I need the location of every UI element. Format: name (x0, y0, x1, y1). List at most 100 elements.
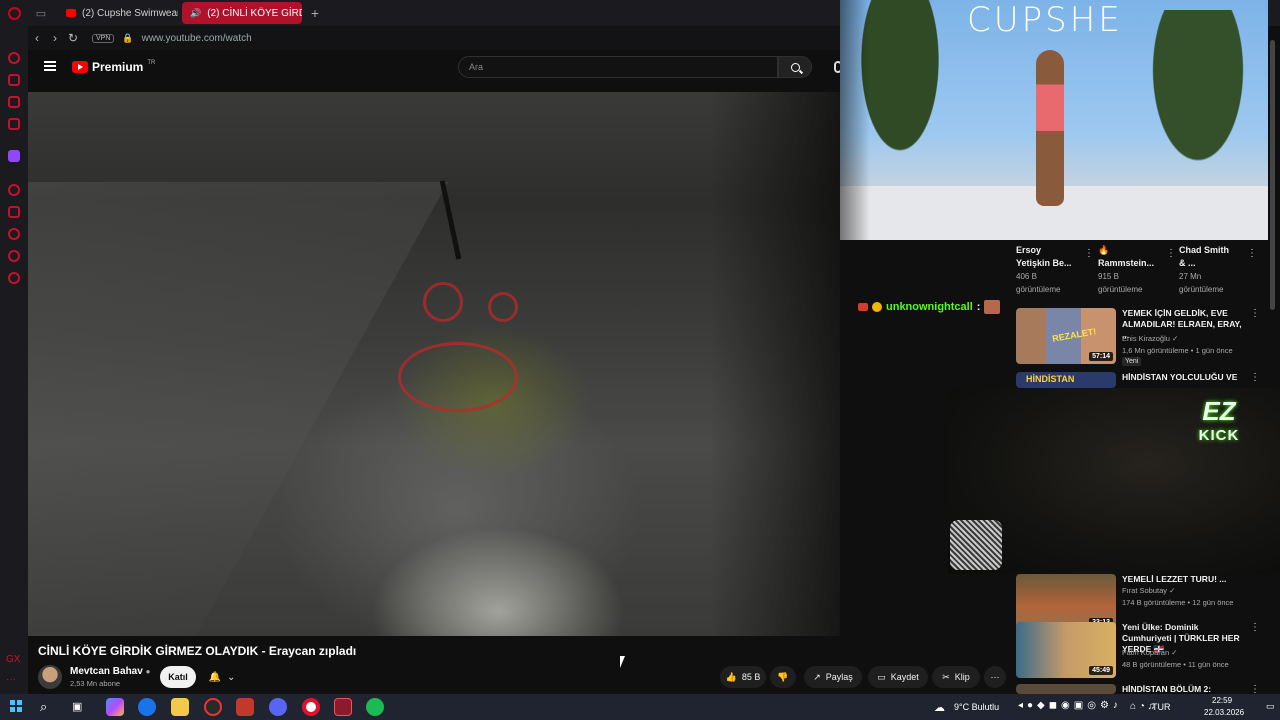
subscriber-count: 2,53 Mn abone (70, 679, 121, 688)
notification-icon[interactable]: ▭ (1266, 701, 1275, 712)
file-explorer-icon[interactable] (171, 698, 189, 716)
opera-logo-icon[interactable] (0, 0, 28, 26)
recommendation-thumbnail[interactable]: HİNDİSTAN (1016, 372, 1116, 388)
dislike-button[interactable]: 👎 (770, 666, 796, 688)
forward-icon[interactable]: › (46, 31, 64, 45)
recommendation-thumbnail[interactable]: REZALET! 57:14 (1016, 308, 1116, 364)
messenger-icon[interactable] (8, 96, 20, 108)
chat-username: unknownightcall (886, 301, 973, 313)
related-chip[interactable]: Ersoy Yetişkin Be... 406 B görüntüleme ⋮ (1016, 244, 1094, 296)
clock-date[interactable]: 22.03.2026 (1204, 708, 1244, 717)
url-field[interactable]: www.youtube.com/watch (142, 33, 252, 44)
more-vert-icon[interactable]: ⋮ (1084, 248, 1094, 259)
clock-icon[interactable] (8, 228, 20, 240)
brand-label: Premium (92, 60, 144, 74)
gx-icon[interactable]: GX (6, 654, 20, 665)
copilot-icon[interactable] (106, 698, 124, 716)
clip-button[interactable]: ✂ Klip (932, 666, 980, 688)
opera-active-icon[interactable] (334, 698, 352, 716)
tab-label: (2) Cupshe Swimwear Fas (82, 7, 178, 19)
bell-icon: 🔔 (208, 671, 222, 683)
opera-icon[interactable] (302, 698, 320, 716)
more-vert-icon[interactable]: ⋮ (1247, 248, 1257, 259)
region-label: TR (147, 60, 156, 66)
tab-cupshe[interactable]: (2) Cupshe Swimwear Fas (58, 2, 178, 24)
more-vert-icon[interactable]: ⋮ (1250, 622, 1260, 633)
chip-views-label: görüntüleme (1098, 285, 1143, 294)
bookmarks-icon[interactable] (8, 206, 20, 218)
reload-icon[interactable]: ↻ (64, 31, 82, 45)
search-button[interactable] (778, 56, 812, 78)
back-icon[interactable]: ‹ (28, 31, 46, 45)
search-input[interactable]: Ara (458, 56, 778, 78)
spotify-icon[interactable] (366, 698, 384, 716)
join-button[interactable]: Katıl (160, 666, 196, 688)
youtube-header: Premium TR Ara (28, 50, 842, 86)
video-player[interactable] (28, 92, 840, 636)
channel-name-label: Mevtcan Bahav (70, 666, 143, 677)
opera-gx-icon[interactable] (204, 698, 222, 716)
share-button[interactable]: ↗ Paylaş (804, 666, 862, 688)
more-vert-icon[interactable]: ⋮ (1250, 372, 1260, 383)
recommendation-channel: Fatih Koparan ✓ (1122, 648, 1178, 657)
duration-badge: 45:49 (1089, 666, 1113, 675)
more-actions-button[interactable]: ⋯ (984, 666, 1006, 688)
video-frame-wall (28, 182, 448, 636)
tab-cinli-koye[interactable]: 🔊 (2) CİNLİ KÖYE GİRDİK (182, 2, 302, 24)
recommendation-channel: Fırat Sobutay ✓ (1122, 586, 1176, 595)
player-icon[interactable] (8, 184, 20, 196)
recommendation-item[interactable]: 45:49 Yeni Ülke: Dominik Cumhuriyeti | T… (1016, 622, 1266, 680)
duration-badge: 57:14 (1089, 352, 1113, 361)
channel-name[interactable]: Mevtcan Bahav ● (70, 666, 150, 677)
new-tab-button[interactable]: + (306, 4, 324, 22)
twitch-icon[interactable] (8, 150, 20, 162)
related-chip[interactable]: 🔥 Rammstein... 915 B görüntüleme ⋮ (1098, 244, 1176, 296)
aria-icon[interactable] (8, 74, 20, 86)
language-label[interactable]: TUR (1152, 702, 1171, 712)
more-vert-icon[interactable]: ⋮ (1166, 248, 1176, 259)
task-view-icon[interactable]: ▣ (72, 700, 82, 713)
more-icon[interactable]: ··· (6, 674, 16, 685)
lock-icon[interactable]: 🔒 (122, 33, 133, 44)
recommendation-thumbnail[interactable]: 45:49 (1016, 622, 1116, 678)
clock-time[interactable]: 22:59 (1212, 696, 1232, 705)
more-vert-icon[interactable]: ⋮ (1250, 684, 1260, 694)
youtube-logo[interactable]: Premium TR (72, 60, 155, 74)
windows-start-icon[interactable] (10, 700, 22, 712)
new-badge: Yeni (1122, 357, 1142, 366)
chip-title-line1: 🔥 (1098, 245, 1110, 255)
cupshe-logo: CUPSHE (967, 0, 1123, 40)
settings-icon[interactable] (8, 272, 20, 284)
more-vert-icon[interactable]: ⋮ (1250, 308, 1260, 319)
whatsapp-icon[interactable] (8, 118, 20, 130)
menu-icon[interactable] (44, 61, 56, 71)
tab-manager-icon[interactable]: ▭ (28, 7, 54, 20)
tray-icons[interactable]: ◂●◆◼◉▣◎⚙♪ (1018, 700, 1122, 711)
related-chip[interactable]: Chad Smith & ... 27 Mn görüntüleme ⋮ (1179, 244, 1257, 296)
channel-avatar[interactable] (38, 665, 62, 689)
vpn-badge[interactable]: VPN (92, 33, 115, 43)
weather-label[interactable]: 9°C Bulutlu (954, 702, 999, 712)
more-icon: ⋯ (990, 671, 1000, 682)
palm-tree-right (1128, 10, 1268, 210)
recommendation-item[interactable]: REZALET! 57:14 YEMEK İÇİN GELDİK, EVE AL… (1016, 308, 1266, 366)
scrollbar[interactable] (1270, 40, 1275, 310)
like-button[interactable]: 👍 85 B (720, 666, 766, 688)
save-button[interactable]: ▭ Kaydet (868, 666, 928, 688)
recommendation-title: YEMELİ LEZZET TURU! ... (1122, 574, 1227, 584)
history-icon[interactable] (8, 52, 20, 64)
edge-icon[interactable] (138, 698, 156, 716)
chat-emote-icon (984, 300, 1001, 314)
recommendation-item[interactable]: HİNDİSTAN BÖLÜM 2: ⋮ (1016, 684, 1266, 694)
recommendation-thumbnail[interactable] (1016, 684, 1116, 694)
search-icon[interactable]: ⌕ (40, 699, 47, 715)
discord-icon[interactable] (269, 698, 287, 716)
streamer-shirt (950, 520, 1002, 570)
recommendation-item[interactable]: HİNDİSTAN HİNDİSTAN YOLCULUĞU VE ⋮ (1016, 372, 1266, 388)
speaker-icon[interactable]: 🔊 (190, 8, 201, 19)
subscribe-bell-button[interactable]: 🔔 ⌄ (202, 666, 242, 688)
cloud-icon[interactable]: ☁ (934, 701, 945, 714)
extensions-icon[interactable] (8, 250, 20, 262)
app-icon[interactable] (236, 698, 254, 716)
recommendation-meta: 1,6 Mn görüntüleme • 1 gün önce (1122, 346, 1233, 355)
